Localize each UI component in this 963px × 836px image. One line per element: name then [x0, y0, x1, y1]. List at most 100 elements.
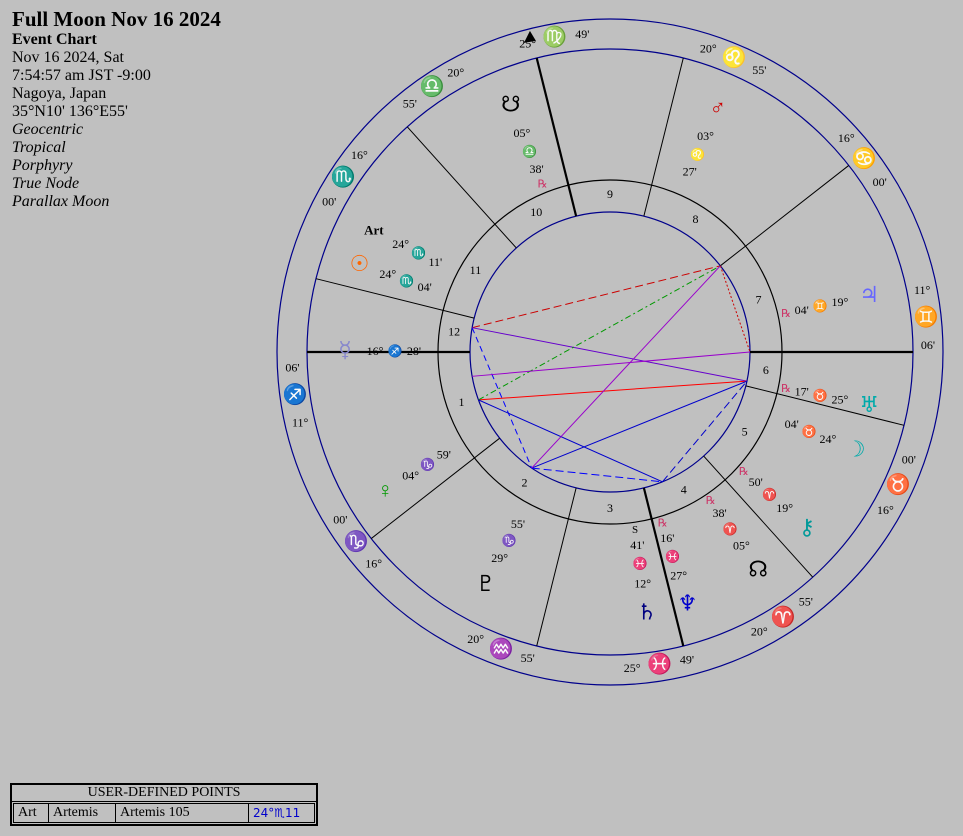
mars-degree: 03° [697, 129, 714, 143]
aspect-line [719, 265, 751, 353]
house-number: 9 [607, 187, 613, 201]
udp-pos: 24°♏11 [253, 806, 301, 820]
sun-icon: ☉ [350, 251, 370, 276]
neptune-sign: ♓ [665, 549, 680, 563]
udp-abbr: Art [14, 804, 49, 822]
saturn-minute: 41' [630, 538, 644, 552]
sign-minute-label: 49' [575, 27, 589, 41]
artemis-sign: ♏ [411, 246, 426, 260]
jupiter-icon: ♃ [859, 282, 879, 307]
aspect-line [531, 265, 721, 469]
house-number: 5 [742, 425, 748, 439]
sign-minute-label: 16° [351, 148, 368, 162]
sign-minute-label: 06' [921, 338, 935, 352]
sign-degree-label: 16° [838, 131, 855, 145]
neptune-minute: 16' [660, 531, 674, 545]
venus-degree: 04° [402, 468, 419, 482]
saturn-retro: S [632, 524, 638, 536]
sign-degree-label: 00' [322, 194, 336, 208]
aspect-line [478, 265, 721, 401]
house-cusp-line [315, 278, 475, 319]
sign-degree-label: 20° [700, 41, 717, 55]
south-node-icon: ☋ [501, 91, 521, 116]
aries-icon: ♈ [771, 604, 796, 628]
pluto-sign: ♑ [502, 534, 517, 548]
cancer-icon: ♋ [852, 146, 877, 170]
mercury-minute: 28' [407, 344, 421, 358]
south-node-sign: ♎ [522, 144, 537, 158]
sign-minute-label: 06' [285, 360, 299, 374]
udp-desc: Artemis 105 [116, 804, 249, 822]
sagittarius-icon: ♐ [283, 382, 308, 406]
north-node-sign: ♈ [723, 522, 738, 536]
sign-degree-label: 55' [799, 594, 813, 608]
aquarius-icon: ♒ [489, 636, 514, 660]
sign-minute-label: 20° [447, 66, 464, 80]
sun-degree: 24° [379, 267, 396, 281]
sign-minute-label: 20° [751, 625, 768, 639]
saturn-degree: 12° [634, 576, 651, 590]
mercury-icon: ☿ [338, 337, 352, 362]
house-ring-outer [437, 179, 783, 525]
chiron-minute: 50' [749, 475, 763, 489]
mars-minute: 27' [683, 165, 697, 179]
house-ring-inner [469, 211, 751, 493]
sign-degree-label: 11° [292, 415, 309, 429]
sign-minute-label: 00' [333, 512, 347, 526]
sign-degree-label: 11° [914, 283, 931, 297]
pluto-minute: 55' [511, 517, 525, 531]
moon-sign: ♉ [802, 424, 817, 438]
sign-minute-label: 16° [877, 503, 894, 517]
angle-line [535, 57, 578, 217]
chiron-degree: 19° [776, 501, 793, 515]
saturn-icon: ♄ [637, 599, 657, 624]
moon-icon: ☽ [846, 436, 866, 461]
sign-degree-label: 25° [519, 37, 536, 51]
leo-icon: ♌ [722, 45, 747, 69]
uranus-sign: ♉ [813, 388, 828, 402]
house-cusp-line [643, 57, 684, 217]
north-node-icon: ☊ [748, 557, 768, 582]
pluto-icon: ♇ [476, 571, 496, 596]
saturn-sign: ♓ [632, 557, 647, 571]
south-node-degree: 05° [514, 126, 531, 140]
jupiter-sign: ♊ [813, 299, 828, 313]
sign-minute-label: 55' [752, 63, 766, 77]
natal-wheel: 123456789101112♍25°49'♌20°55'♋16°00'♊11°… [276, 18, 944, 686]
virgo-icon: ♍ [542, 24, 567, 48]
house-cusp-line [536, 487, 577, 647]
aspect-line [472, 265, 721, 329]
sign-degree-label: 00' [902, 453, 916, 467]
uranus-degree: 25° [831, 393, 848, 407]
pisces-icon: ♓ [647, 652, 672, 676]
neptune-retro: ℞ [658, 518, 668, 530]
house-number: 6 [763, 363, 769, 377]
uranus-retro: ℞ [781, 383, 791, 395]
uranus-minute: 17' [795, 385, 809, 399]
artemis-degree: 24° [392, 237, 409, 251]
udp-title: USER-DEFINED POINTS [12, 785, 316, 802]
neptune-icon: ♆ [678, 590, 698, 615]
jupiter-retro: ℞ [781, 308, 791, 320]
chiron-sign: ♈ [762, 488, 777, 502]
north-node-minute: 38' [713, 506, 727, 520]
mars-sign: ♌ [690, 147, 705, 161]
aspect-line [478, 399, 663, 483]
house-cusp-line [720, 165, 850, 267]
aspect-line [662, 380, 748, 483]
jupiter-degree: 19° [831, 295, 848, 309]
scorpio-icon: ♏ [331, 164, 356, 188]
user-defined-points-table: USER-DEFINED POINTS Art Artemis Artemis … [10, 783, 318, 826]
north-node-retro: ℞ [706, 495, 716, 507]
house-cusp-line [406, 126, 517, 249]
chiron-retro: ℞ [739, 466, 749, 478]
mercury-degree: 16° [367, 344, 384, 358]
house-number: 2 [521, 475, 527, 489]
libra-icon: ♎ [420, 74, 445, 98]
house-number: 3 [607, 501, 613, 515]
sign-minute-label: 20° [467, 632, 484, 646]
north-node-degree: 05° [733, 539, 750, 553]
udp-row[interactable]: Art Artemis Artemis 105 24°♏11 [13, 803, 315, 823]
capricorn-icon: ♑ [344, 529, 369, 553]
mercury-sign: ♐ [388, 344, 403, 358]
